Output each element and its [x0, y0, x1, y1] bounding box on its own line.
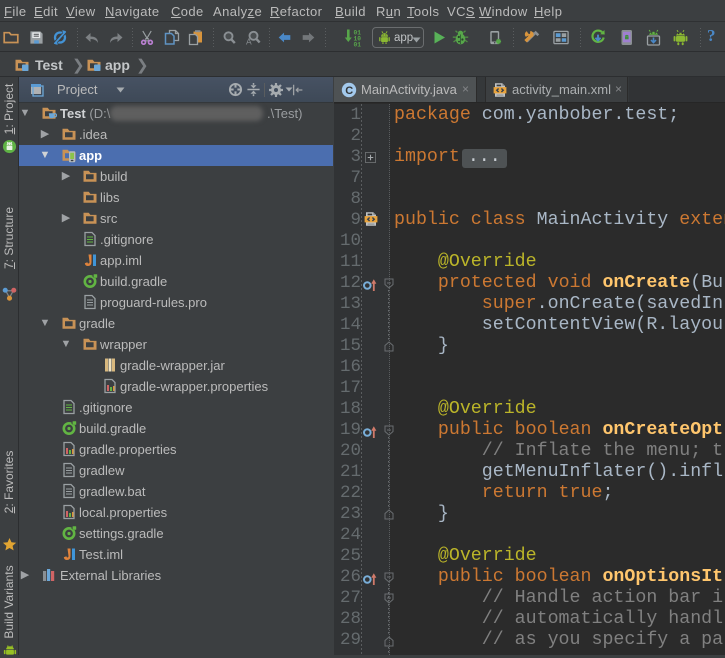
svg-text:A: A — [246, 37, 252, 47]
svg-text:C: C — [345, 85, 353, 97]
svg-text:01: 01 — [354, 42, 362, 48]
